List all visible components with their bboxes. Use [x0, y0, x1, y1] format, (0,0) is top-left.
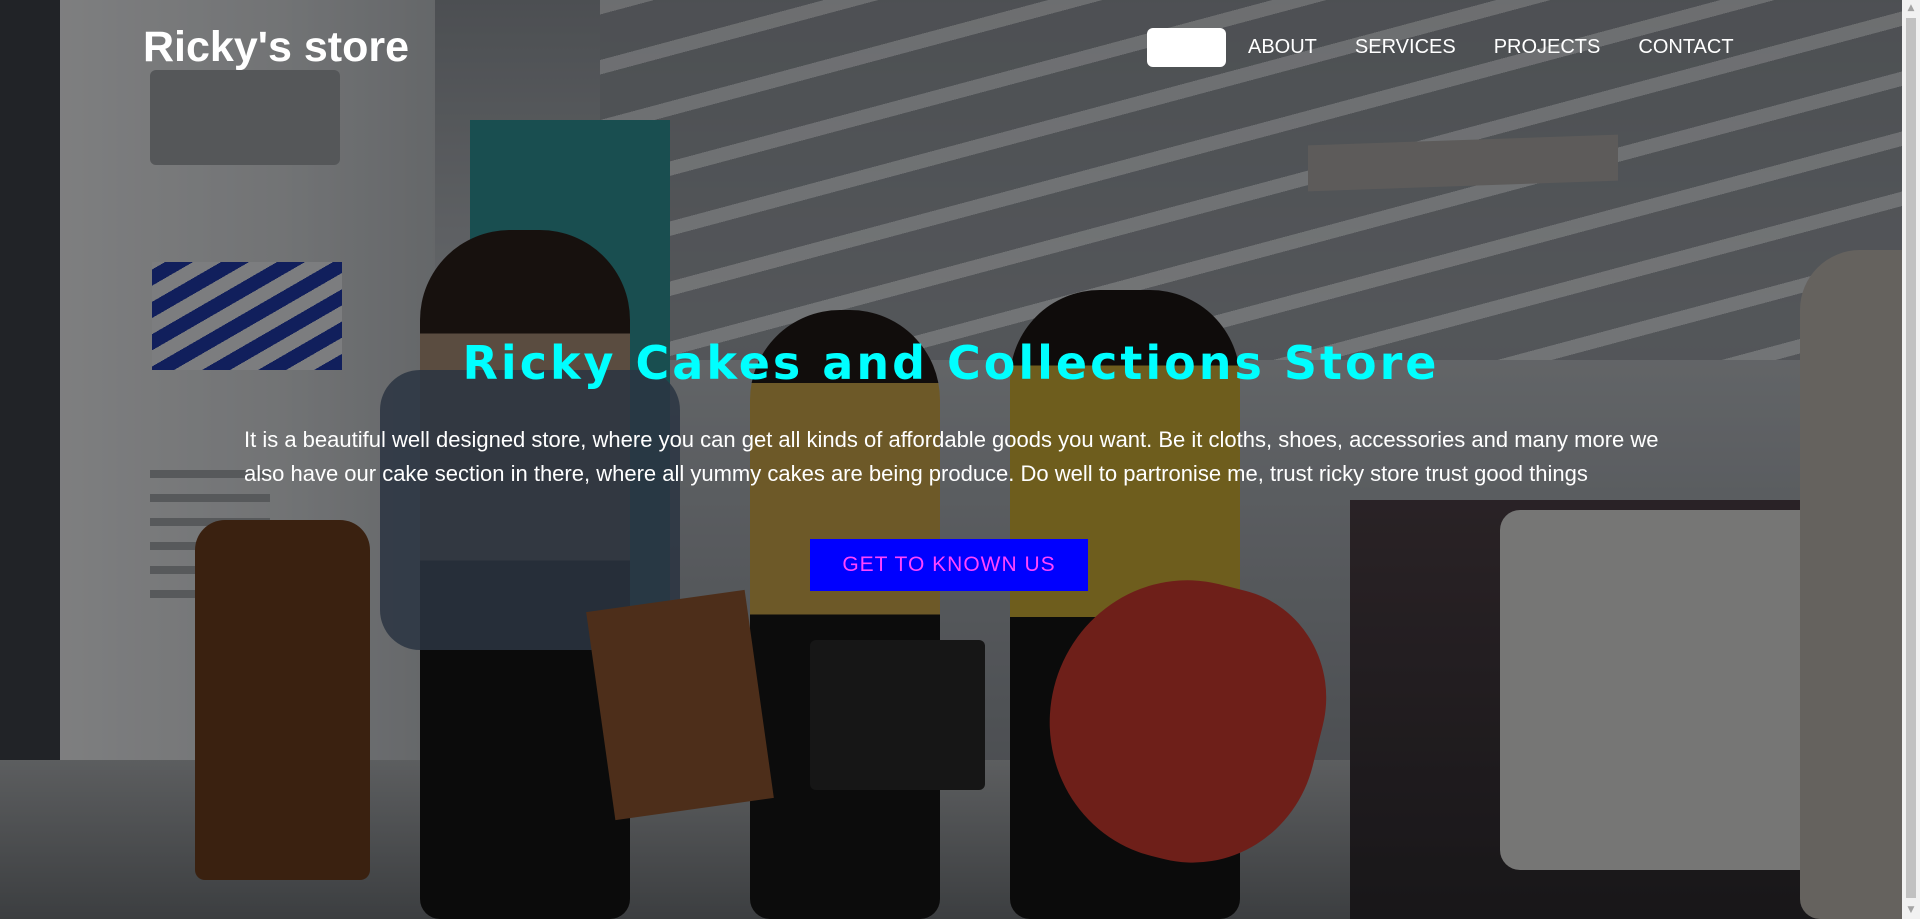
nav-link-contact[interactable]: CONTACT [1638, 36, 1733, 59]
main-nav: ABOUT SERVICES PROJECTS CONTACT [1147, 28, 1734, 67]
hero-description: It is a beautiful well designed store, w… [244, 427, 1659, 486]
scrollbar-thumb[interactable] [1906, 18, 1916, 898]
site-logo[interactable]: Ricky's store [143, 23, 409, 72]
get-to-know-us-button[interactable]: GET TO KNOWN US [810, 539, 1088, 591]
nav-link-projects[interactable]: PROJECTS [1494, 36, 1601, 59]
hero-title: Ricky Cakes and Collections Store [462, 336, 1440, 390]
site-header: Ricky's store ABOUT SERVICES PROJECTS CO… [0, 0, 1902, 100]
scroll-down-arrow-icon[interactable]: ▼ [1902, 902, 1920, 919]
nav-home-button[interactable] [1147, 28, 1226, 67]
scroll-up-arrow-icon[interactable]: ▲ [1902, 0, 1920, 17]
nav-link-services[interactable]: SERVICES [1355, 36, 1456, 59]
vertical-scrollbar[interactable]: ▲ ▼ [1902, 0, 1920, 919]
nav-link-about[interactable]: ABOUT [1248, 36, 1317, 59]
page: Ricky's store ABOUT SERVICES PROJECTS CO… [0, 0, 1920, 919]
